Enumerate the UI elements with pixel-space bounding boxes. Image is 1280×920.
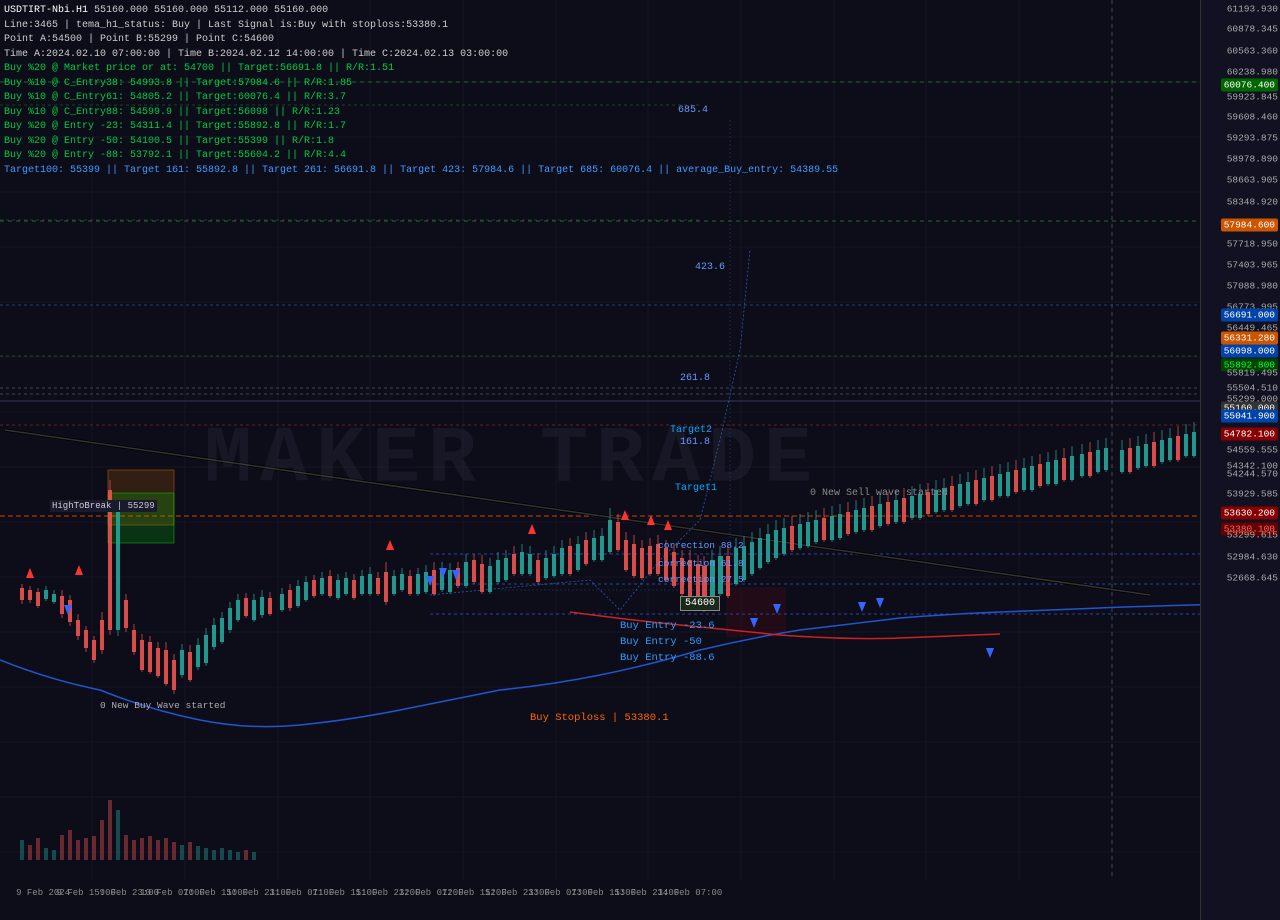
price-52984: 52984.630 [1227,551,1278,562]
price-53630: 53630.200 [1221,507,1278,520]
price-54244: 54244.570 [1227,468,1278,479]
price-61193: 61193.930 [1227,4,1278,15]
price-57088: 57088.980 [1227,281,1278,292]
time-14feb-07: 14 Feb 07:00 [658,888,723,898]
time-axis: 9 Feb 2024 9 Feb 15:00 9 Feb 23:00 10 Fe… [0,884,1232,902]
price-56691: 56691.000 [1221,308,1278,321]
price-54782: 54782.100 [1221,428,1278,441]
price-57718: 57718.950 [1227,238,1278,249]
price-56331: 56331.280 [1221,331,1278,344]
price-60238: 60238.980 [1227,66,1278,77]
price-axis: 61193.930 60878.345 60563.360 60238.980 … [1200,0,1280,920]
price-57984: 57984.600 [1221,219,1278,232]
price-58663: 58663.905 [1227,175,1278,186]
price-58348: 58348.920 [1227,197,1278,208]
price-53299: 53299.615 [1227,530,1278,541]
price-53929: 53929.585 [1227,489,1278,500]
price-59923: 59923.845 [1227,91,1278,102]
price-56098: 56098.000 [1221,345,1278,358]
chart-container: MAKER TRADE USDTIRT-Nbi.H1 55160.000 551… [0,0,1280,920]
price-58978: 58978.890 [1227,154,1278,165]
price-52668: 52668.645 [1227,572,1278,583]
price-59608: 59608.460 [1227,111,1278,122]
price-60878: 60878.345 [1227,24,1278,35]
price-60563: 60563.360 [1227,45,1278,56]
chart-svg [0,0,1232,920]
price-59293: 59293.875 [1227,133,1278,144]
price-55504: 55504.510 [1227,383,1278,394]
price-55041: 55041.900 [1221,409,1278,422]
price-55819: 55819.495 [1227,367,1278,378]
price-60076: 60076.400 [1221,78,1278,91]
price-54559: 54559.555 [1227,444,1278,455]
price-57403: 57403.965 [1227,259,1278,270]
